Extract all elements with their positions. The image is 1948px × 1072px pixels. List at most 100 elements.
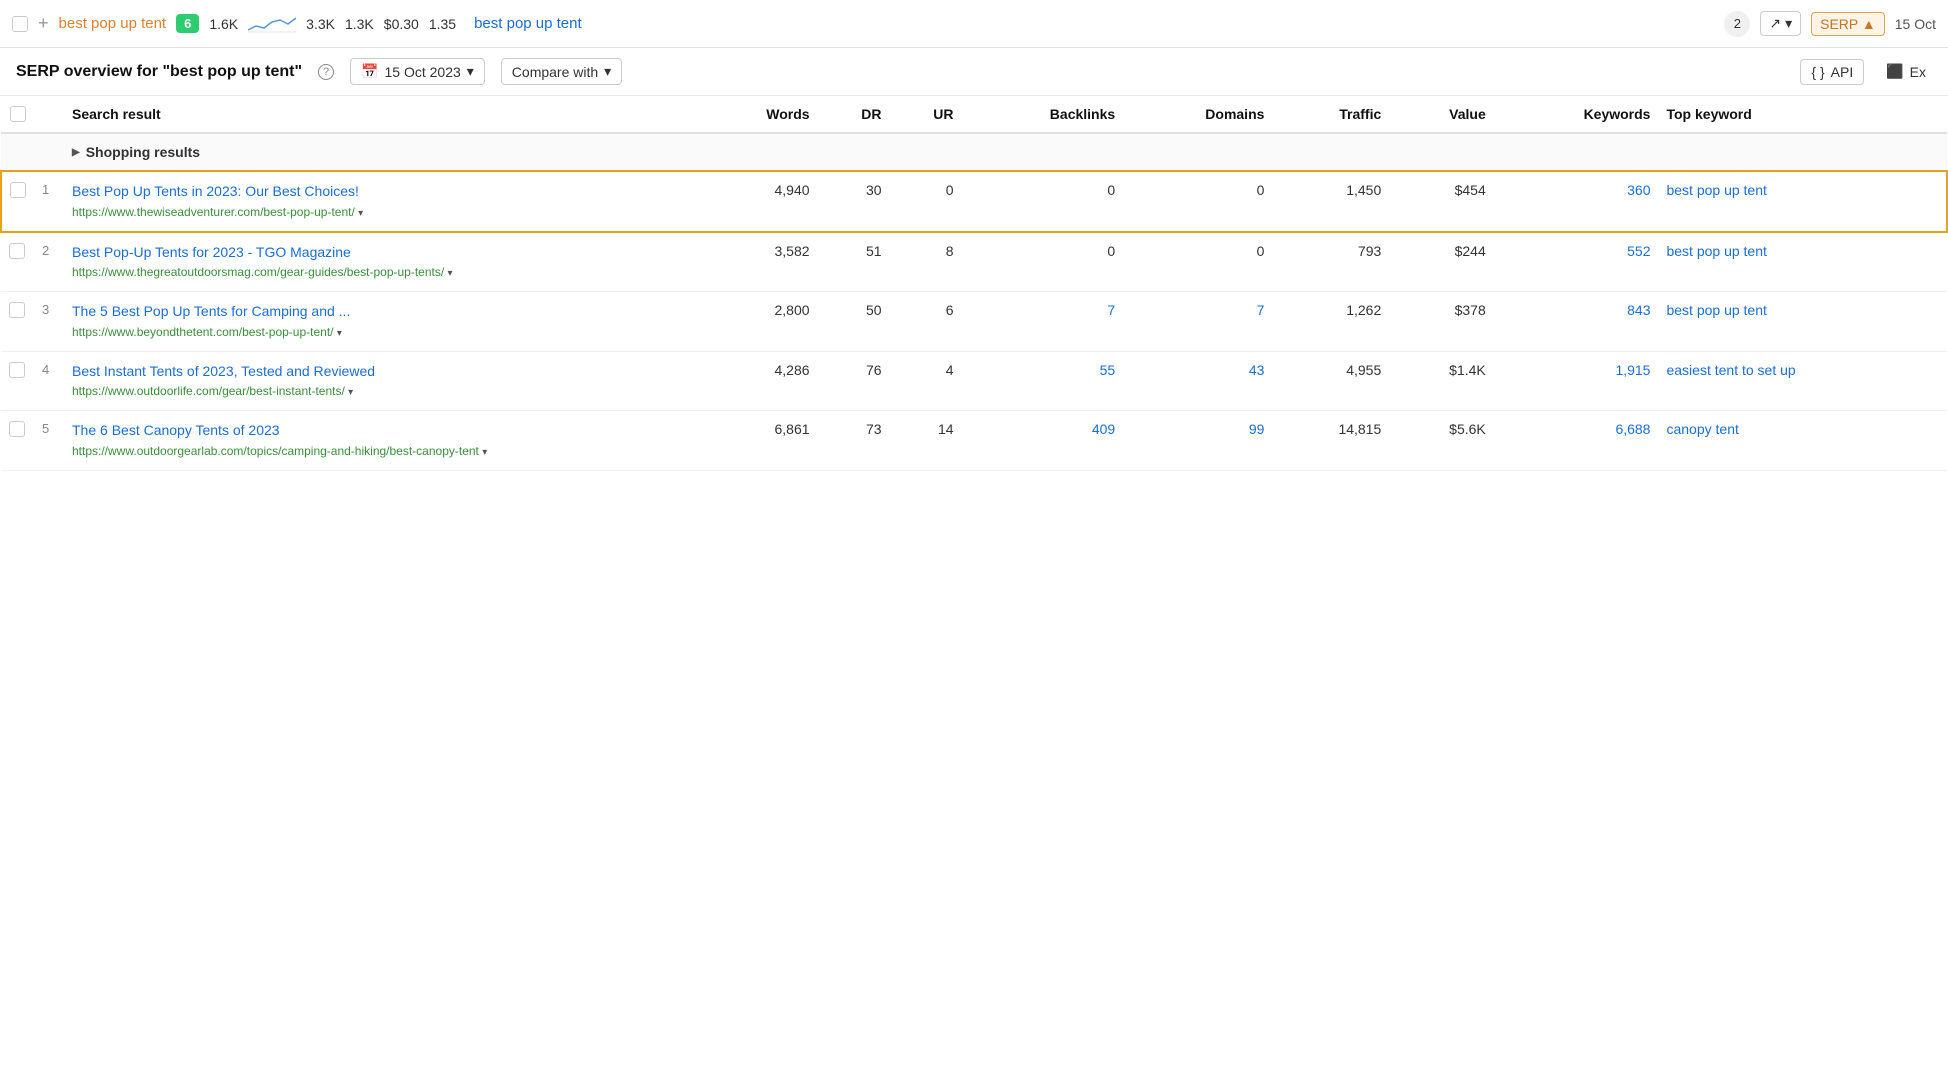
url-dropdown-icon[interactable]: ▾	[482, 447, 487, 458]
keywords-value[interactable]: 843	[1627, 302, 1650, 318]
dr-value: 76	[866, 362, 882, 378]
domains-cell: 99	[1123, 411, 1272, 471]
export-icon: ⬛	[1886, 63, 1903, 80]
keywords-value[interactable]: 1,915	[1615, 362, 1650, 378]
row-num-cell: 3	[34, 292, 64, 352]
header-checkbox-col	[1, 96, 34, 133]
ur-cell: 14	[890, 411, 962, 471]
sub-header: SERP overview for "best pop up tent" ? 📅…	[0, 48, 1948, 96]
value-cell: $378	[1389, 292, 1493, 352]
top-keyword-value[interactable]: easiest tent to set up	[1666, 362, 1795, 378]
api-button[interactable]: { } API	[1800, 59, 1864, 85]
domains-value[interactable]: 43	[1249, 362, 1265, 378]
result-title[interactable]: The 6 Best Canopy Tents of 2023	[72, 421, 692, 441]
ur-cell: 4	[890, 351, 962, 411]
shopping-label-cell: ▶ Shopping results	[64, 133, 1947, 171]
export-label: Ex	[1910, 64, 1926, 80]
url-dropdown-icon[interactable]: ▾	[448, 268, 453, 279]
help-icon[interactable]: ?	[318, 64, 334, 80]
keywords-cell: 6,688	[1494, 411, 1659, 471]
keyword-match-label[interactable]: best pop up tent	[474, 15, 582, 32]
export-button[interactable]: ⬛ Ex	[1880, 59, 1932, 84]
row-checkbox[interactable]	[9, 421, 25, 437]
words-cell: 4,286	[700, 351, 818, 411]
header-checkbox[interactable]	[10, 106, 26, 122]
backlinks-value[interactable]: 409	[1092, 421, 1115, 437]
date-picker-button[interactable]: 📅 15 Oct 2023 ▾	[350, 58, 485, 85]
url-dropdown-icon[interactable]: ▾	[337, 328, 342, 339]
row-checkbox[interactable]	[9, 362, 25, 378]
calendar-icon: 📅	[361, 63, 378, 80]
domains-value[interactable]: 7	[1257, 302, 1265, 318]
dr-value: 50	[866, 302, 882, 318]
url-dropdown-icon[interactable]: ▾	[348, 387, 353, 398]
top-keyword-value[interactable]: best pop up tent	[1666, 302, 1766, 318]
value-cell: $244	[1389, 232, 1493, 292]
backlinks-value: 0	[1107, 243, 1115, 259]
top-keyword-value[interactable]: best pop up tent	[1666, 182, 1766, 198]
domains-cell: 43	[1123, 351, 1272, 411]
keywords-value[interactable]: 6,688	[1615, 421, 1650, 437]
ur-value: 14	[938, 421, 954, 437]
dr-cell: 51	[818, 232, 890, 292]
result-url[interactable]: https://www.thewiseadventurer.com/best-p…	[72, 204, 692, 221]
value-amount: $244	[1455, 243, 1486, 259]
row-number: 2	[42, 243, 49, 258]
header-traffic: Traffic	[1272, 96, 1389, 133]
top-keyword-value[interactable]: best pop up tent	[1666, 243, 1766, 259]
backlinks-value[interactable]: 7	[1107, 302, 1115, 318]
result-url[interactable]: https://www.outdoorlife.com/gear/best-in…	[72, 383, 692, 400]
row-checkbox[interactable]	[9, 302, 25, 318]
row-checkbox[interactable]	[9, 243, 25, 259]
table-row: 2 Best Pop-Up Tents for 2023 - TGO Magaz…	[1, 232, 1947, 292]
shopping-checkbox-cell	[1, 133, 34, 171]
add-icon[interactable]: +	[38, 13, 49, 34]
traffic-value: 793	[1358, 243, 1381, 259]
row-num-cell: 4	[34, 351, 64, 411]
keywords-value[interactable]: 360	[1627, 182, 1650, 198]
table-body: ▶ Shopping results 1 Best Pop Up Tents i…	[1, 133, 1947, 470]
shopping-label: ▶ Shopping results	[72, 144, 1939, 160]
result-title[interactable]: Best Instant Tents of 2023, Tested and R…	[72, 362, 692, 382]
result-title[interactable]: Best Pop-Up Tents for 2023 - TGO Magazin…	[72, 243, 692, 263]
words-value: 4,286	[775, 362, 810, 378]
compare-button[interactable]: Compare with ▾	[501, 58, 622, 85]
compare-label: Compare with	[512, 64, 598, 80]
result-title[interactable]: Best Pop Up Tents in 2023: Our Best Choi…	[72, 182, 692, 202]
keywords-value[interactable]: 552	[1627, 243, 1650, 259]
dr-cell: 30	[818, 171, 890, 232]
result-title[interactable]: The 5 Best Pop Up Tents for Camping and …	[72, 302, 692, 322]
header-value: Value	[1389, 96, 1493, 133]
header-domains: Domains	[1123, 96, 1272, 133]
backlinks-value[interactable]: 55	[1100, 362, 1116, 378]
domains-value[interactable]: 99	[1249, 421, 1265, 437]
top-keyword-value[interactable]: canopy tent	[1666, 421, 1738, 437]
ur-value: 0	[946, 182, 954, 198]
traffic-cell: 793	[1272, 232, 1389, 292]
result-url[interactable]: https://www.thegreatoutdoorsmag.com/gear…	[72, 264, 692, 281]
trend-dropdown-icon[interactable]: ▾	[1785, 15, 1792, 32]
row-checkbox-cell	[1, 292, 34, 352]
serp-button[interactable]: SERP ▲	[1811, 12, 1885, 36]
url-dropdown-icon[interactable]: ▾	[358, 208, 363, 219]
ur-cell: 0	[890, 171, 962, 232]
position-badge: 2	[1724, 11, 1750, 37]
result-url[interactable]: https://www.beyondthetent.com/best-pop-u…	[72, 324, 692, 341]
backlinks-cell: 409	[962, 411, 1124, 471]
traffic-value: 1,262	[1346, 302, 1381, 318]
row-checkbox[interactable]	[10, 182, 26, 198]
shopping-results-row: ▶ Shopping results	[1, 133, 1947, 171]
traffic-cell: 4,955	[1272, 351, 1389, 411]
serp-label: SERP ▲	[1820, 16, 1876, 32]
domains-cell: 0	[1123, 232, 1272, 292]
trend-button[interactable]: ↗ ▾	[1760, 11, 1801, 36]
result-url[interactable]: https://www.outdoorgearlab.com/topics/ca…	[72, 443, 692, 460]
row-checkbox[interactable]	[12, 16, 28, 32]
header-num-col	[34, 96, 64, 133]
row-number: 5	[42, 421, 49, 436]
shopping-triangle-icon[interactable]: ▶	[72, 147, 80, 158]
traffic-cell: 1,450	[1272, 171, 1389, 232]
table-row: 5 The 6 Best Canopy Tents of 2023 https:…	[1, 411, 1947, 471]
api-brackets-icon: { }	[1811, 64, 1824, 80]
words-cell: 2,800	[700, 292, 818, 352]
